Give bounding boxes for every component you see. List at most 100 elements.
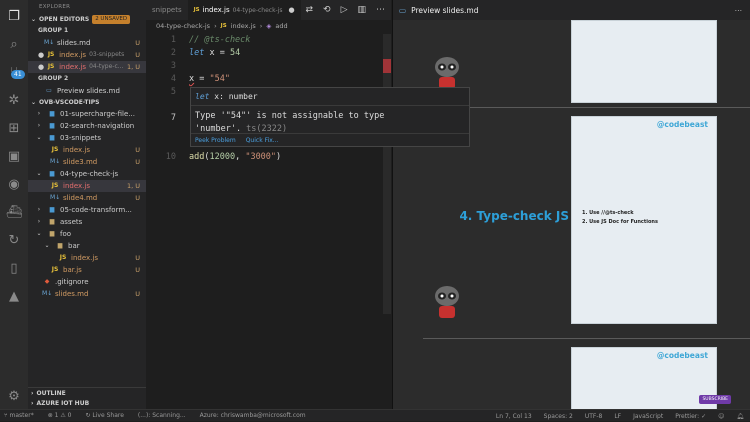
- more-icon[interactable]: ⋯: [735, 6, 743, 15]
- subscribe-button[interactable]: SUBSCRIBE: [699, 395, 731, 404]
- group-header: GROUP 2: [38, 75, 69, 82]
- tree-file[interactable]: ◆ .gitignore: [28, 276, 146, 288]
- code-editor: snippets JS index.js 04-type-check-js ● …: [146, 0, 391, 409]
- tree-folder[interactable]: ⌄ ▆ bar: [28, 240, 146, 252]
- status-bar-right: Ln 7, Col 13 Spaces: 2 UTF-8 LF JavaScri…: [496, 410, 744, 422]
- extensions-icon[interactable]: ⊞: [6, 120, 22, 136]
- tree-file[interactable]: JS bar.js U: [28, 264, 146, 276]
- branch-status[interactable]: ⑂ master*: [4, 412, 34, 419]
- group-header: GROUP 1: [38, 27, 69, 34]
- files-icon[interactable]: ❐: [6, 8, 22, 24]
- editor-toolbar: ⇄ ⟲ ▷ ▥ ⋯: [305, 0, 391, 20]
- open-editor-item[interactable]: M↓ slides.md U: [28, 37, 146, 49]
- slide-list-item: 2. Use JS Doc for Functions: [582, 219, 658, 225]
- live-share-icon[interactable]: ↻: [6, 232, 22, 248]
- tree-folder[interactable]: ⌄ ▆ 04-type-check-js: [28, 168, 146, 180]
- tree-file[interactable]: JS index.js U: [28, 252, 146, 264]
- breadcrumb-file[interactable]: index.js: [231, 20, 256, 33]
- close-icon[interactable]: ●: [289, 6, 295, 14]
- compare-icon[interactable]: ⇄: [305, 5, 313, 15]
- line-number: 7: [170, 113, 176, 123]
- encoding-status[interactable]: UTF-8: [585, 413, 603, 420]
- remote-icon[interactable]: ▣: [6, 148, 22, 164]
- eol-status[interactable]: LF: [614, 413, 621, 420]
- cursor-position[interactable]: Ln 7, Col 13: [496, 413, 532, 420]
- bell-icon[interactable]: 🔔︎: [736, 413, 744, 420]
- live-share-icon: ↻: [85, 412, 91, 419]
- tree-folder[interactable]: ⌄ ▆ 03-snippets: [28, 132, 146, 144]
- more-icon[interactable]: ⋯: [376, 5, 385, 15]
- tree-file[interactable]: JS index.js 1, U: [28, 180, 146, 192]
- github-icon[interactable]: ◉: [6, 176, 22, 192]
- markdown-icon: M↓: [42, 290, 53, 297]
- folder-icon: ▆: [49, 122, 55, 129]
- peek-problem-link[interactable]: Peek Problem: [195, 137, 236, 144]
- slide-title: 4. Type-check JS: [459, 209, 569, 223]
- outline-section[interactable]: › OUTLINE: [28, 387, 146, 398]
- markdown-icon: M↓: [44, 39, 55, 46]
- sidebar-bottom: › OUTLINE › AZURE IOT HUB: [28, 387, 146, 409]
- prettier-status[interactable]: Prettier: ✓: [675, 413, 706, 420]
- hover-signature: let x: number: [191, 88, 469, 106]
- slide-card: [571, 20, 717, 103]
- editor-scrollbar[interactable]: [383, 34, 391, 314]
- activity-bar: ❐ ⌕ ⑂ 41 ✲ ⊞ ▣ ◉ ⛴ ↻ ▯ ▲ ⚙: [0, 0, 28, 409]
- slide-separator: [423, 338, 750, 339]
- preview-icon: ▭: [399, 5, 407, 15]
- slide-handle: @codebeast: [656, 351, 708, 360]
- tab-index-js[interactable]: JS index.js 04-type-check-js ●: [187, 0, 301, 20]
- git-commit-icon[interactable]: ⟲: [323, 5, 331, 15]
- open-editor-item[interactable]: ● JS index.js 04-type-c... 1, U: [28, 61, 146, 73]
- open-editor-item[interactable]: ▭ Preview slides.md: [28, 85, 146, 97]
- js-icon: JS: [47, 51, 55, 58]
- tree-file[interactable]: JS index.js U: [28, 144, 146, 156]
- code-line: add(12000, "3000"): [189, 152, 282, 162]
- tree-file[interactable]: M↓ slides.md U: [28, 288, 146, 300]
- project-section[interactable]: ⌄ OVB-VSCODE-TIPS: [28, 97, 146, 108]
- tree-file[interactable]: M↓ slide3.md U: [28, 156, 146, 168]
- chevron-down-icon: ⌄: [31, 16, 37, 23]
- chevron-down-icon: ⌄: [36, 134, 42, 141]
- azure-iot-section[interactable]: › AZURE IOT HUB: [28, 398, 146, 409]
- open-editors-section[interactable]: ⌄ OPEN EDITORS 2 UNSAVED: [28, 14, 146, 25]
- chevron-right-icon: ›: [31, 389, 34, 397]
- tab-snippets[interactable]: snippets: [146, 0, 188, 20]
- live-share-status[interactable]: ↻ Live Share: [85, 412, 123, 419]
- chevron-right-icon: ›: [259, 22, 263, 30]
- indentation-status[interactable]: Spaces: 2: [544, 413, 573, 420]
- chevron-right-icon: ›: [37, 122, 41, 129]
- code-line: // @ts-check: [189, 35, 251, 45]
- tree-file[interactable]: M↓ slide4.md U: [28, 192, 146, 204]
- search-icon[interactable]: ⌕: [6, 36, 22, 52]
- js-icon: JS: [51, 266, 59, 273]
- preview-tab[interactable]: ▭ Preview slides.md ⋯: [393, 0, 750, 20]
- tree-folder[interactable]: › ▆ 05-code-transform...: [28, 204, 146, 216]
- code-line: let x = 54: [189, 48, 241, 58]
- folder-icon: ▆: [49, 170, 55, 177]
- tree-folder[interactable]: ⌄ ▆ foo: [28, 228, 146, 240]
- tree-folder[interactable]: › ▆ assets: [28, 216, 146, 228]
- breadcrumb-symbol[interactable]: add: [275, 20, 287, 33]
- bookmark-icon[interactable]: ▯: [6, 260, 22, 276]
- debug-icon[interactable]: ✲: [6, 92, 22, 108]
- scrollbar-error-marker: [383, 59, 391, 73]
- run-icon[interactable]: ▷: [341, 5, 348, 15]
- problems-status[interactable]: ⊗ 1 ⚠ 0: [48, 412, 72, 419]
- feedback-icon[interactable]: ☺: [718, 413, 724, 420]
- folder-icon: ▆: [49, 110, 55, 117]
- gear-icon[interactable]: ⚙: [6, 388, 22, 404]
- docker-icon[interactable]: ⛴: [6, 204, 23, 220]
- tree-folder[interactable]: › ▆ 01-supercharge-file...: [28, 108, 146, 120]
- language-mode[interactable]: JavaScript: [633, 413, 663, 420]
- azure-account-status[interactable]: Azure: chriswamba@microsoft.com: [200, 412, 306, 419]
- tree-folder[interactable]: › ▆ 02-search-navigation: [28, 120, 146, 132]
- scanning-status: (...): Scanning...: [137, 412, 186, 419]
- chevron-down-icon: ⌄: [44, 242, 50, 249]
- split-editor-icon[interactable]: ▥: [357, 5, 366, 15]
- azure-icon[interactable]: ▲: [6, 288, 22, 304]
- breadcrumb-folder[interactable]: 04-type-check-js: [156, 20, 210, 33]
- preview-body[interactable]: @codebeast 4. Type-check JS 1. Use //@ts…: [393, 20, 750, 409]
- markdown-icon: M↓: [50, 158, 61, 165]
- open-editor-item[interactable]: ● JS index.js 03-snippets U: [28, 49, 146, 61]
- quick-fix-link[interactable]: Quick Fix...: [246, 137, 279, 144]
